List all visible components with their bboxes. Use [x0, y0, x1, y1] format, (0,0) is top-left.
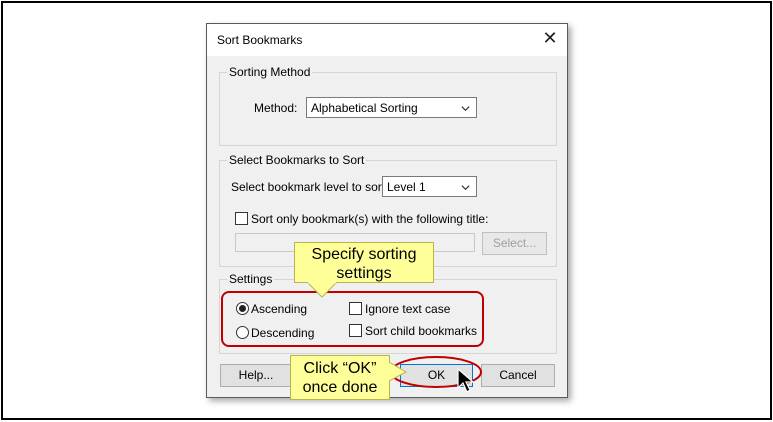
- method-dropdown[interactable]: Alphabetical Sorting: [306, 97, 477, 118]
- chevron-down-icon: [461, 106, 470, 112]
- title-filter-label: Sort only bookmark(s) with the following…: [251, 212, 489, 226]
- mouse-pointer-icon: [457, 368, 475, 393]
- settings-legend: Settings: [227, 272, 275, 286]
- ok-callout-line-2: once done: [302, 379, 378, 396]
- level-label: Select bookmark level to sort:: [231, 180, 389, 194]
- level-dropdown-value: Level 1: [387, 180, 426, 194]
- sorting-callout-line-2: settings: [336, 265, 392, 282]
- ok-callout-line-1: Click “OK”: [303, 360, 377, 377]
- sorting-callout-line-1: Specify sorting: [311, 246, 417, 263]
- title-filter-checkbox[interactable]: [235, 212, 248, 225]
- close-icon[interactable]: ✕: [541, 29, 559, 47]
- title-bar: Sort Bookmarks ✕: [207, 24, 567, 56]
- chevron-down-icon: [461, 185, 470, 191]
- dialog-title: Sort Bookmarks: [217, 33, 303, 47]
- ok-callout-pointer: [389, 362, 407, 382]
- select-bookmarks-legend: Select Bookmarks to Sort: [227, 153, 367, 167]
- method-dropdown-value: Alphabetical Sorting: [311, 101, 418, 115]
- ok-callout: Click “OK” once done: [290, 355, 390, 400]
- sorting-method-legend: Sorting Method: [227, 65, 313, 79]
- select-button[interactable]: Select...: [482, 232, 547, 255]
- cancel-button[interactable]: Cancel: [481, 364, 555, 387]
- sorting-callout-pointer: [306, 282, 338, 298]
- help-button[interactable]: Help...: [220, 364, 292, 387]
- method-label: Method:: [254, 101, 298, 115]
- level-dropdown[interactable]: Level 1: [382, 176, 477, 197]
- sorting-settings-callout: Specify sorting settings: [294, 242, 434, 283]
- sorting-method-group: Sorting Method Method: Alphabetical Sort…: [219, 65, 557, 146]
- settings-highlight-box: [221, 291, 484, 347]
